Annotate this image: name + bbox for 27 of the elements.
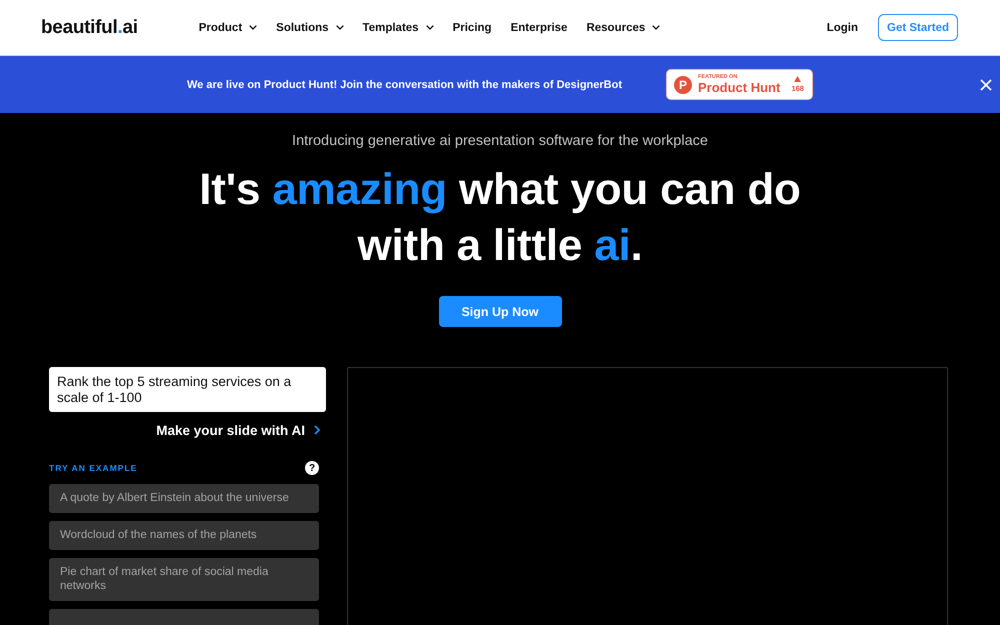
- example-prompt[interactable]: Wordcloud of the names of the planets: [49, 521, 319, 550]
- prompt-input[interactable]: Rank the top 5 streaming services on a scale of 1-100: [49, 367, 326, 412]
- chevron-down-icon: [426, 25, 434, 30]
- nav-menu-item[interactable]: Solutions: [276, 22, 344, 34]
- make-slide-link[interactable]: Make your slide with AI: [156, 422, 320, 438]
- announcement-text: We are live on Product Hunt! Join the conversation with the makers of DesignerBot: [187, 78, 622, 90]
- nav-menu-item[interactable]: Templates: [362, 22, 434, 34]
- login-link[interactable]: Login: [826, 22, 858, 34]
- nav-menu-item[interactable]: Resources: [586, 22, 660, 34]
- examples-heading: TRY AN EXAMPLE: [49, 463, 138, 473]
- badge-title: Product Hunt: [698, 81, 780, 94]
- letter-circle-icon: P: [674, 76, 692, 94]
- hero-headline: It's amazing what you can do with a little ai.: [199, 164, 801, 272]
- close-icon[interactable]: [980, 78, 992, 90]
- hero-subtitle: Introducing generative ai presentation software for the workplace: [292, 132, 708, 151]
- nav-menu-item[interactable]: Pricing: [452, 22, 492, 34]
- chevron-down-icon: [336, 25, 344, 30]
- example-prompt[interactable]: A quote by Albert Einstein about the universe: [49, 484, 319, 513]
- chevron-down-icon: [249, 25, 258, 30]
- nav-menu-item[interactable]: Product: [198, 22, 258, 34]
- help-icon[interactable]: ?: [305, 461, 319, 475]
- chevron-right-icon: [314, 425, 320, 435]
- example-prompt[interactable]: Pie chart of market share of social media networks: [49, 558, 319, 601]
- logo[interactable]: beautiful.ai: [41, 16, 138, 38]
- chevron-down-icon: [652, 25, 660, 30]
- nav-menu-item[interactable]: Enterprise: [510, 22, 568, 34]
- triangle-icon: [794, 76, 802, 82]
